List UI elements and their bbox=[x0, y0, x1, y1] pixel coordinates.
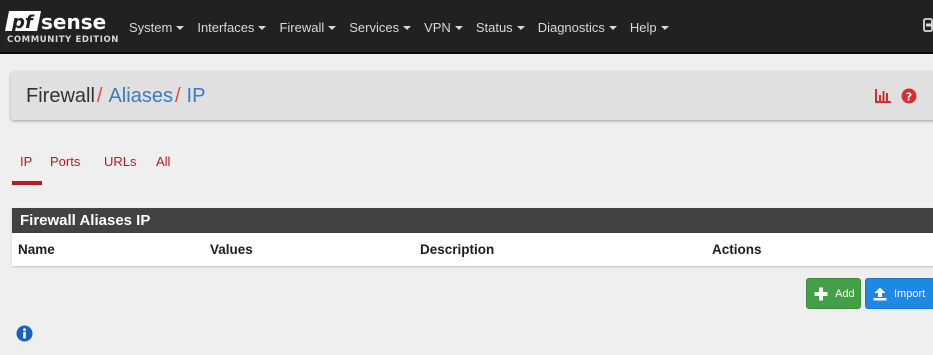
import-button[interactable]: Import bbox=[865, 278, 933, 309]
menu-firewall-label: Firewall bbox=[279, 19, 325, 35]
menu-system-label: System bbox=[129, 19, 173, 35]
caret-down-icon bbox=[176, 26, 185, 30]
aliases-panel: Firewall Aliases IP Name Values Descript… bbox=[12, 208, 933, 266]
breadcrumb-separator: / bbox=[174, 85, 181, 107]
menu-vpn[interactable]: VPN bbox=[424, 20, 463, 35]
import-button-label: Import bbox=[894, 287, 926, 300]
breadcrumb-firewall: Firewall bbox=[26, 85, 95, 107]
menu-firewall[interactable]: Firewall bbox=[279, 19, 337, 35]
pfsense-logo-mark: pf sense bbox=[5, 10, 106, 33]
caret-down-icon bbox=[328, 26, 337, 30]
caret-down-icon bbox=[516, 26, 525, 30]
column-header-name: Name bbox=[18, 242, 55, 257]
top-navbar: pf sense COMMUNITY EDITION System Interf… bbox=[0, 0, 933, 54]
panel-title: Firewall Aliases IP bbox=[12, 208, 933, 233]
chart-icon[interactable] bbox=[874, 88, 892, 104]
info-icon[interactable] bbox=[16, 325, 33, 342]
menu-help[interactable]: Help bbox=[630, 20, 669, 35]
column-header-actions: Actions bbox=[712, 242, 762, 257]
pfsense-logo[interactable]: pf sense COMMUNITY EDITION bbox=[5, 9, 119, 45]
menu-diagnostics-label: Diagnostics bbox=[537, 19, 605, 35]
add-button-label: Add bbox=[835, 287, 855, 300]
caret-down-icon bbox=[608, 26, 617, 30]
menu-status-label: Status bbox=[475, 19, 513, 35]
column-header-values: Values bbox=[210, 242, 253, 257]
tab-ports[interactable]: Ports bbox=[50, 154, 80, 169]
caret-down-icon bbox=[454, 26, 463, 30]
menu-diagnostics[interactable]: Diagnostics bbox=[538, 20, 617, 35]
active-tab-indicator bbox=[12, 181, 42, 185]
caret-down-icon bbox=[258, 26, 267, 30]
svg-text:sense: sense bbox=[41, 10, 106, 33]
caret-down-icon bbox=[403, 26, 412, 30]
tab-ip[interactable]: IP bbox=[20, 154, 32, 169]
help-icon[interactable]: ? bbox=[901, 88, 917, 104]
breadcrumb-bar: Firewall / Aliases / IP ? bbox=[11, 72, 933, 120]
breadcrumb: Firewall / Aliases / IP bbox=[26, 85, 205, 108]
main-menu: System Interfaces Firewall Services VPN … bbox=[129, 0, 682, 54]
menu-status[interactable]: Status bbox=[476, 20, 525, 35]
column-header-description: Description bbox=[420, 242, 495, 257]
breadcrumb-actions: ? bbox=[874, 87, 917, 105]
logout-icon[interactable] bbox=[923, 18, 933, 32]
menu-system[interactable]: System bbox=[129, 19, 185, 35]
menu-interfaces[interactable]: Interfaces bbox=[197, 19, 267, 35]
svg-text:pf: pf bbox=[11, 12, 35, 33]
upload-icon bbox=[873, 287, 887, 300]
svg-text:?: ? bbox=[906, 90, 912, 103]
caret-down-icon bbox=[660, 26, 669, 30]
menu-help-label: Help bbox=[629, 19, 657, 35]
menu-services-label: Services bbox=[349, 19, 400, 35]
menu-vpn-label: VPN bbox=[424, 19, 451, 35]
add-button[interactable]: Add bbox=[806, 278, 861, 309]
tab-urls[interactable]: URLs bbox=[104, 154, 137, 169]
brand-subtitle: COMMUNITY EDITION bbox=[7, 35, 119, 45]
breadcrumb-separator: / bbox=[96, 85, 103, 107]
menu-services[interactable]: Services bbox=[349, 19, 412, 35]
breadcrumb-aliases-link[interactable]: Aliases bbox=[108, 85, 172, 107]
menu-interfaces-label: Interfaces bbox=[197, 19, 255, 35]
tab-all[interactable]: All bbox=[156, 154, 170, 169]
breadcrumb-ip-link[interactable]: IP bbox=[187, 85, 206, 107]
plus-icon bbox=[814, 287, 828, 300]
